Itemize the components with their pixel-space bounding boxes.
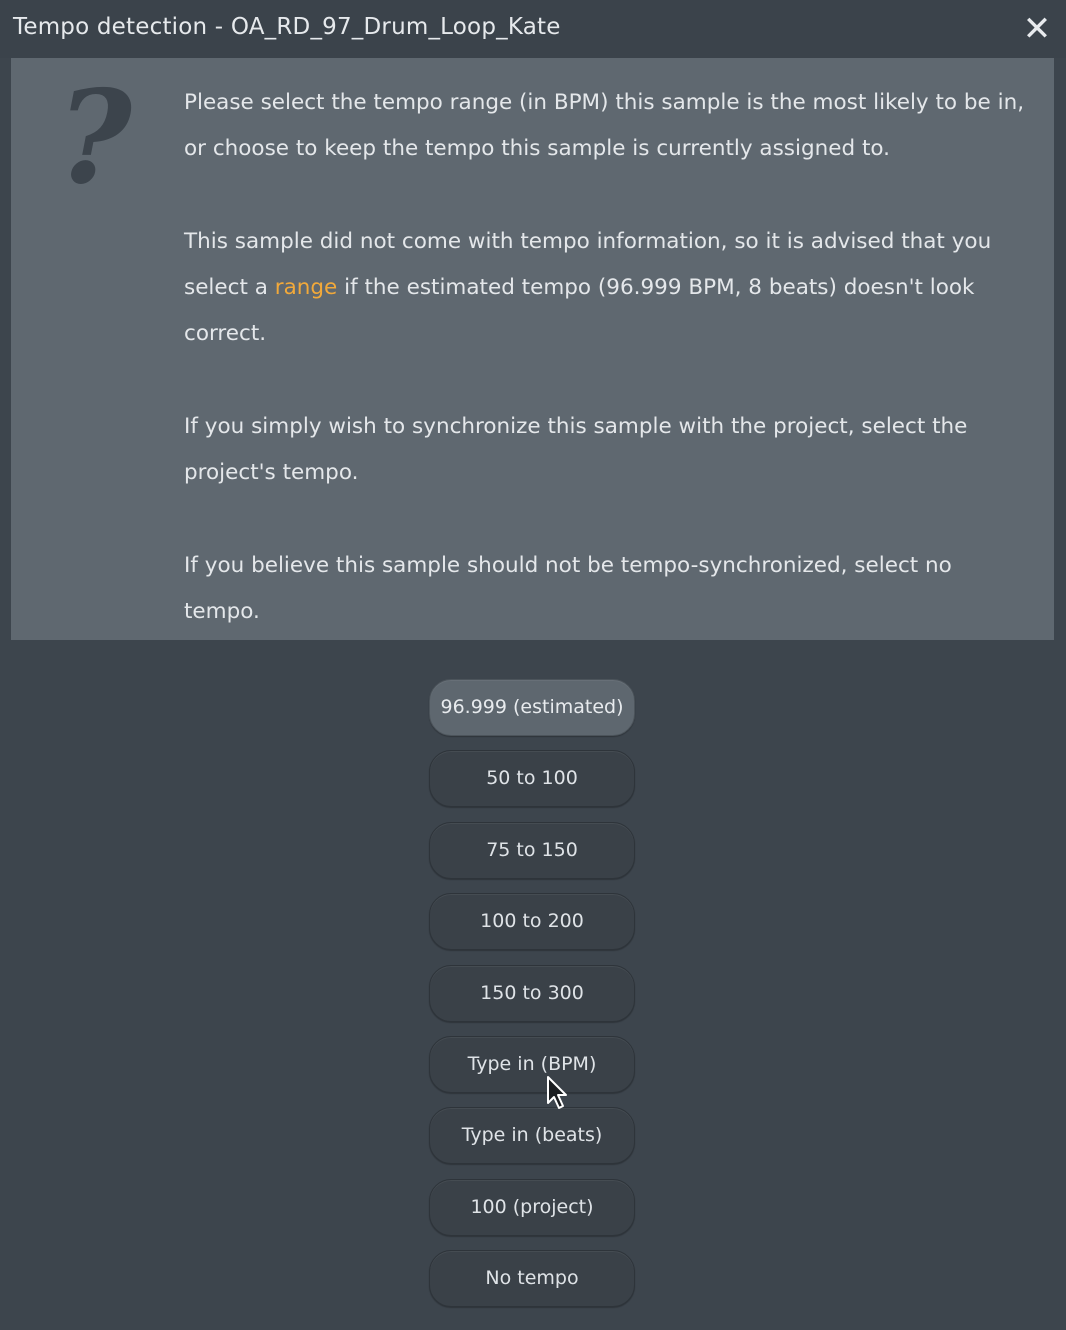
info-panel: ? Please select the tempo range (in BPM)… (11, 58, 1054, 640)
type-in-beats-button[interactable]: Type in (beats) (429, 1107, 635, 1165)
message-paragraph: If you simply wish to synchronize this s… (184, 414, 968, 485)
project-tempo-button[interactable]: 100 (project) (429, 1178, 635, 1236)
range-50-100-button[interactable]: 50 to 100 (429, 750, 635, 808)
estimated-tempo-button[interactable]: 96.999 (estimated) (429, 679, 635, 736)
tempo-detection-dialog: Tempo detection - OA_RD_97_Drum_Loop_Kat… (0, 0, 1066, 1330)
type-in-bpm-button[interactable]: Type in (BPM) (429, 1035, 635, 1093)
tempo-options: 96.999 (estimated) 50 to 100 75 to 150 1… (429, 679, 637, 1322)
question-mark-icon: ? (57, 63, 132, 213)
close-icon[interactable]: ✕ (1020, 12, 1054, 46)
range-150-300-button[interactable]: 150 to 300 (429, 964, 635, 1022)
range-link[interactable]: range (275, 275, 338, 300)
message-paragraph: If you believe this sample should not be… (184, 553, 952, 624)
mouse-cursor-icon (547, 1076, 567, 1109)
window-title: Tempo detection - OA_RD_97_Drum_Loop_Kat… (13, 14, 561, 40)
range-100-200-button[interactable]: 100 to 200 (429, 893, 635, 951)
message-paragraph: This sample did not come with tempo info… (184, 219, 1034, 357)
title-bar: Tempo detection - OA_RD_97_Drum_Loop_Kat… (0, 0, 1066, 58)
message-text: Please select the tempo range (in BPM) t… (184, 80, 1034, 682)
range-75-150-button[interactable]: 75 to 150 (429, 821, 635, 879)
message-paragraph: Please select the tempo range (in BPM) t… (184, 90, 1025, 161)
no-tempo-button[interactable]: No tempo (429, 1250, 635, 1308)
